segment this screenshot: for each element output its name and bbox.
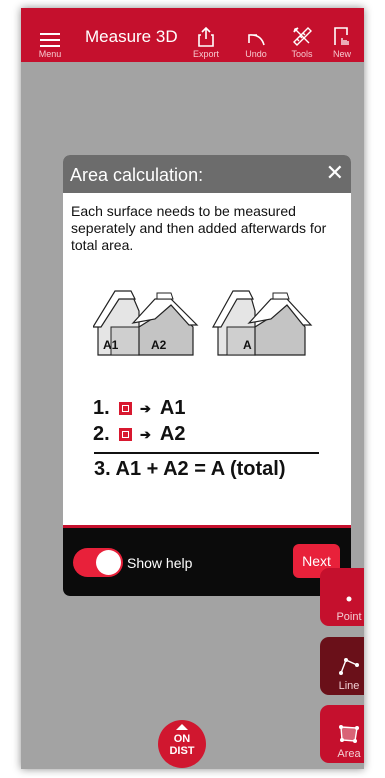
house-whole-illustration (211, 290, 313, 356)
show-help-toggle[interactable] (73, 548, 123, 577)
house-label-a2: A2 (151, 338, 167, 352)
measure-button-icon (119, 402, 132, 415)
top-toolbar: Menu Measure 3D Export Undo Tools New (21, 8, 364, 62)
app-title: Measure 3D (85, 27, 178, 46)
point-label: Point (336, 611, 362, 623)
export-button[interactable]: Export (186, 8, 226, 62)
dialog-description: Each surface needs to be measured sepera… (71, 203, 327, 253)
house-illustration: A1 A2 A (93, 290, 313, 356)
measure-button-icon (119, 428, 132, 441)
arrow-icon: ➔ (140, 400, 151, 416)
on-label: ON (173, 733, 191, 745)
new-measurement-icon (334, 27, 349, 45)
menu-label: Menu (38, 49, 62, 59)
step-2: 2. ➔ A2 (93, 423, 185, 446)
house-label-a1: A1 (103, 338, 119, 352)
undo-button[interactable]: Undo (238, 8, 274, 62)
step-number: 1. (93, 397, 110, 419)
menu-button[interactable]: Menu (31, 8, 69, 62)
point-icon (346, 596, 352, 602)
step-number: 2. (93, 423, 110, 445)
toggle-knob (96, 550, 121, 575)
sum-divider (94, 452, 319, 454)
new-label: New (332, 49, 351, 59)
area-label: Area (337, 748, 361, 760)
line-tool-button[interactable]: Line (320, 637, 364, 695)
arrow-icon: ➔ (140, 426, 151, 442)
dist-label: DIST (169, 745, 195, 757)
house-label-a: A (243, 338, 252, 352)
dialog-header: Area calculation: ✕ (63, 155, 351, 193)
dialog-footer: Show help Next (63, 525, 351, 596)
new-button[interactable]: New (326, 8, 358, 62)
on-dist-button[interactable]: ON DIST (158, 720, 206, 768)
app-screen: Menu Measure 3D Export Undo Tools New Ar… (21, 8, 364, 769)
tools-label: Tools (291, 49, 313, 59)
undo-label: Undo (245, 49, 267, 59)
close-icon[interactable]: ✕ (326, 160, 344, 186)
tools-button[interactable]: Tools (284, 8, 320, 62)
tools-icon (293, 27, 312, 46)
step-result: A1 (159, 397, 186, 419)
area-tool-button[interactable]: Area (320, 705, 364, 763)
export-label: Export (192, 49, 219, 59)
undo-icon (248, 34, 265, 46)
step-1: 1. ➔ A1 (93, 397, 185, 420)
export-icon (198, 27, 214, 47)
line-icon (339, 658, 359, 675)
area-icon (339, 725, 359, 743)
menu-icon (40, 33, 60, 47)
dialog-title: Area calculation: (70, 165, 204, 185)
point-tool-button[interactable]: Point (320, 568, 364, 626)
show-help-label: Show help (127, 555, 193, 571)
area-help-dialog: Area calculation: ✕ Each surface needs t… (63, 155, 351, 596)
total-formula: 3. A1 + A2 = A (total) (94, 458, 286, 480)
arrow-up-icon (176, 724, 188, 730)
step-result: A2 (159, 423, 186, 445)
line-label: Line (338, 680, 360, 692)
